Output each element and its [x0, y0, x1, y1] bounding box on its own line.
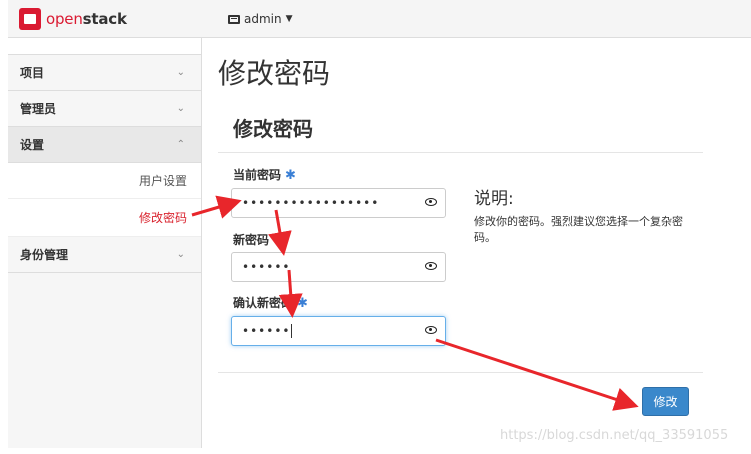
eye-icon[interactable] — [425, 198, 437, 206]
project-icon — [228, 14, 240, 24]
sidebar-item-label: 设置 — [20, 138, 45, 152]
project-name: admin — [244, 12, 282, 26]
description-title: 说明: — [474, 189, 514, 209]
brand-name: openstack — [46, 10, 127, 28]
required-icon: ✱ — [297, 296, 308, 311]
top-navbar: openstack admin ▼ — [8, 0, 751, 38]
current-password-label: 当前密码 ✱ — [233, 168, 296, 183]
chevron-down-icon: ⌄ — [176, 67, 185, 78]
sidebar-subitem-change-password[interactable]: 修改密码 — [8, 199, 201, 237]
text-cursor — [291, 324, 293, 338]
divider — [218, 372, 703, 373]
chevron-down-icon: ⌄ — [176, 103, 185, 114]
required-icon: ✱ — [273, 233, 284, 248]
openstack-logo-icon — [19, 8, 41, 30]
caret-down-icon: ▼ — [285, 14, 293, 24]
page-title: 修改密码 — [218, 57, 331, 90]
confirm-password-label: 确认新密码 ✱ — [233, 296, 308, 311]
openstack-logo[interactable]: openstack — [19, 8, 127, 30]
new-password-value: •••••• — [242, 260, 291, 274]
chevron-down-icon: ⌄ — [176, 249, 185, 260]
sidebar: 项目 ⌄ 管理员 ⌄ 设置 ⌃ 用户设置 修改密码 身份管理 ⌄ — [8, 38, 202, 448]
sidebar-item-settings[interactable]: 设置 ⌃ — [8, 127, 201, 163]
form-title: 修改密码 — [233, 117, 313, 141]
submit-button[interactable]: 修改 — [642, 387, 689, 416]
sidebar-item-label: 项目 — [20, 66, 45, 80]
sidebar-item-project[interactable]: 项目 ⌄ — [8, 55, 201, 91]
confirm-password-field[interactable]: •••••• — [231, 316, 446, 346]
sidebar-item-label: 身份管理 — [20, 248, 69, 262]
eye-icon[interactable] — [425, 262, 437, 270]
chevron-up-icon: ⌃ — [176, 139, 185, 150]
sidebar-item-label: 管理员 — [20, 102, 57, 116]
sidebar-item-admin[interactable]: 管理员 ⌄ — [8, 91, 201, 127]
eye-icon[interactable] — [425, 326, 437, 334]
sidebar-subitem-label: 修改密码 — [138, 211, 187, 225]
sidebar-subitem-user-settings[interactable]: 用户设置 — [8, 163, 201, 199]
sidebar-spacer — [8, 38, 201, 55]
current-password-value: ••••••••••••••••• — [242, 196, 380, 210]
watermark: https://blog.csdn.net/qq_33591055 — [500, 428, 729, 443]
required-icon: ✱ — [285, 168, 296, 183]
divider — [218, 152, 703, 153]
sidebar-item-identity[interactable]: 身份管理 ⌄ — [8, 237, 201, 273]
new-password-label: 新密码 ✱ — [233, 233, 284, 248]
sidebar-subitem-label: 用户设置 — [138, 174, 187, 188]
current-password-field[interactable]: ••••••••••••••••• — [231, 188, 446, 218]
description-text: 修改你的密码。强烈建议您选择一个复杂密码。 — [474, 215, 683, 244]
confirm-password-value: •••••• — [242, 324, 291, 338]
project-dropdown[interactable]: admin ▼ — [228, 12, 293, 26]
new-password-field[interactable]: •••••• — [231, 252, 446, 282]
